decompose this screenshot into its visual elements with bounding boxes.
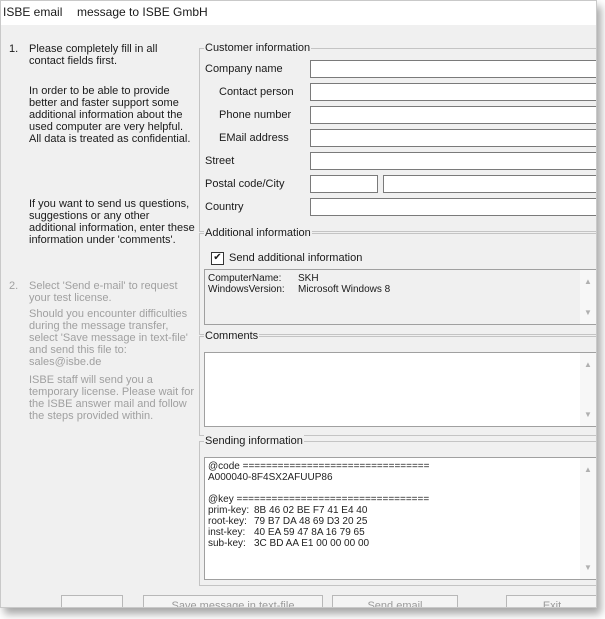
country-label: Country [205, 201, 244, 213]
dialog-window: ISBE email message to ISBE GmbH 1. Pleas… [0, 0, 597, 608]
send-additional-label: Send additional information [229, 252, 363, 264]
step-1-number: 1. [9, 43, 19, 55]
additional-scrollbar[interactable]: ▲ ▼ [580, 270, 596, 324]
comments-scrollbar[interactable]: ▲ ▼ [580, 353, 596, 426]
scroll-down-icon[interactable]: ▼ [584, 562, 592, 573]
windows-version-value: Microsoft Windows 8 [298, 284, 391, 295]
scroll-up-icon[interactable]: ▲ [584, 359, 592, 370]
company-name-input[interactable] [310, 60, 596, 78]
sub-key-value: 3C BD AA E1 00 00 00 00 [254, 538, 370, 549]
postal-code-input[interactable] [310, 175, 378, 193]
step-2-number: 2. [9, 280, 19, 292]
phone-number-label: Phone number [219, 109, 292, 121]
email-address-label: EMail address [219, 132, 289, 144]
comments-textarea[interactable]: ▲ ▼ [204, 352, 596, 427]
step-2-text-1: Select 'Send e-mail' to request your tes… [29, 280, 178, 304]
additional-info-legend: Additional information [204, 227, 312, 239]
computer-name-key: ComputerName: [208, 273, 282, 284]
company-name-label: Company name [205, 63, 283, 75]
exit-button[interactable]: Exit [506, 595, 596, 607]
step-1-text-1: Please completely fill in all contact fi… [29, 43, 158, 67]
prim-key-value: 8B 46 02 BE F7 41 E4 40 [254, 505, 368, 516]
root-key-label: root-key: [208, 516, 247, 527]
scroll-up-icon[interactable]: ▲ [584, 464, 592, 475]
computer-name-value: SKH [298, 273, 319, 284]
postal-city-label: Postal code/City [205, 178, 285, 190]
code-header: @code ================================ [208, 461, 430, 472]
customer-info-legend: Customer information [204, 42, 312, 54]
sub-key-label: sub-key: [208, 538, 246, 549]
save-text-file-button[interactable]: Save message in text-file [143, 595, 323, 607]
street-label: Street [205, 155, 235, 167]
city-input[interactable] [383, 175, 596, 193]
title-bar: ISBE email message to ISBE GmbH [1, 1, 596, 25]
scroll-down-icon[interactable]: ▼ [584, 307, 592, 318]
sending-info-box[interactable]: @code ================================ A… [204, 457, 596, 580]
country-input[interactable] [310, 198, 596, 216]
prim-key-label: prim-key: [208, 505, 250, 516]
contact-person-label: Contact person [219, 86, 294, 98]
window-title: ISBE email [3, 5, 63, 19]
key-header: @key ================================= [208, 494, 430, 505]
inst-key-value: 40 EA 59 47 8A 16 79 65 [254, 527, 365, 538]
window-subtitle: message to ISBE GmbH [77, 5, 208, 19]
sending-info-legend: Sending information [204, 435, 304, 447]
step-1-text-3: If you want to send us questions, sugges… [29, 198, 195, 246]
comments-legend: Comments [204, 330, 260, 342]
additional-info-box[interactable]: ComputerName: SKH WindowsVersion: Microsof… [204, 269, 596, 325]
street-input[interactable] [310, 152, 596, 170]
step-2-text-2: Should you encounter difficulties during… [29, 308, 188, 368]
send-email-button[interactable]: Send email [332, 595, 458, 607]
step-1-text-2: In order to be able to provide better an… [29, 85, 191, 145]
hidden-left-button[interactable] [61, 595, 123, 607]
step-2-text-3: ISBE staff will send you a temporary lic… [29, 374, 195, 422]
root-key-value: 79 B7 DA 48 69 D3 20 25 [254, 516, 368, 527]
scroll-up-icon[interactable]: ▲ [584, 276, 592, 287]
email-address-input[interactable] [310, 129, 596, 147]
contact-person-input[interactable] [310, 83, 596, 101]
sending-scrollbar[interactable]: ▲ ▼ [580, 458, 596, 579]
send-additional-checkbox[interactable]: ✔ [211, 252, 224, 265]
code-value: A000040-8F4SX2AFUUP86 [208, 472, 333, 483]
inst-key-label: inst-key: [208, 527, 246, 538]
phone-number-input[interactable] [310, 106, 596, 124]
windows-version-key: WindowsVersion: [208, 284, 285, 295]
scroll-down-icon[interactable]: ▼ [584, 409, 592, 420]
